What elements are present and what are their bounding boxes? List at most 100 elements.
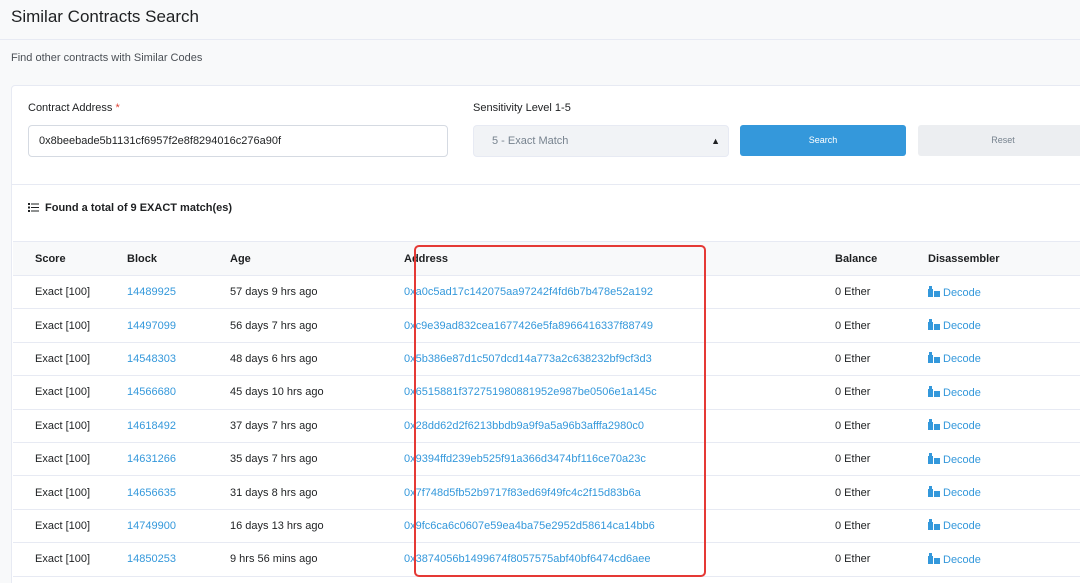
block-cell: 14749900 [127, 509, 230, 544]
address-link[interactable]: 0x5b386e87d1c507dcd14a773a2c638232bf9cf3… [404, 353, 652, 365]
table-row: Exact [100] 14497099 56 days 7 hrs ago 0xc9… [13, 308, 1080, 343]
block-link[interactable]: 14497099 [127, 320, 176, 332]
decode-link[interactable]: Decode [928, 452, 981, 466]
balance-cell: 0 Ether [835, 342, 928, 377]
address-cell: 0x3874056b1499674f8057575abf40bf6474cd6a… [404, 542, 835, 577]
contract-address-input[interactable]: 0x8beebade5b1131cf6957f2e8f8294016c276a9… [28, 125, 448, 157]
block-cell: 14850253 [127, 542, 230, 577]
block-link[interactable]: 14850253 [127, 553, 176, 565]
puzzle-icon [928, 319, 940, 331]
decode-link[interactable]: Decode [928, 552, 981, 566]
address-link[interactable]: 0x7f748d5fb52b9717f83ed69f49fc4c2f15d83b… [404, 487, 641, 499]
block-link[interactable]: 14618492 [127, 420, 176, 432]
block-link[interactable]: 14631266 [127, 453, 176, 465]
results-summary: Found a total of 9 EXACT match(es) [28, 202, 232, 214]
reset-button[interactable]: Reset [918, 125, 1080, 156]
address-cell: 0xa0c5ad17c142075aa97242f4fd6b7b478e52a1… [404, 275, 835, 310]
address-cell: 0x7f748d5fb52b9717f83ed69f49fc4c2f15d83b… [404, 475, 835, 510]
contract-address-label: Contract Address * [28, 102, 120, 114]
address-cell: 0xc9e39ad832cea1677426e5fa8966416337f887… [404, 308, 835, 343]
age-cell: 9 hrs 56 mins ago [230, 542, 404, 577]
age-cell: 57 days 9 hrs ago [230, 275, 404, 310]
address-link[interactable]: 0x9394ffd239eb525f91a366d3474bf116ce70a2… [404, 453, 646, 465]
divider [12, 184, 1080, 185]
address-link[interactable]: 0x28dd62d2f6213bbdb9a9f9a5a96b3afffa2980… [404, 420, 644, 432]
sensitivity-select-value: 5 - Exact Match [492, 135, 569, 147]
age-cell: 37 days 7 hrs ago [230, 409, 404, 443]
decode-link[interactable]: Decode [928, 385, 981, 399]
decode-link[interactable]: Decode [928, 319, 981, 332]
block-cell: 14489925 [127, 275, 230, 310]
results-table: Score Block Age Address Balance Disassem… [13, 241, 1080, 577]
column-header-age: Age [230, 241, 404, 276]
balance-cell: 0 Ether [835, 542, 928, 577]
decode-label: Decode [943, 520, 981, 533]
address-cell: 0x9394ffd239eb525f91a366d3474bf116ce70a2… [404, 442, 835, 477]
puzzle-icon [928, 552, 940, 564]
balance-cell: 0 Ether [835, 475, 928, 510]
puzzle-icon [928, 385, 940, 397]
score-cell: Exact [100] [13, 475, 127, 510]
block-link[interactable]: 14749900 [127, 520, 176, 532]
puzzle-icon [928, 452, 940, 464]
block-link[interactable]: 14656635 [127, 487, 176, 499]
block-cell: 14497099 [127, 308, 230, 343]
puzzle-icon [928, 352, 940, 364]
column-header-balance: Balance [835, 241, 928, 276]
table-row: Exact [100] 14566680 45 days 10 hrs ago 0x6… [13, 375, 1080, 410]
decode-link[interactable]: Decode [928, 519, 981, 533]
column-header-disassembler: Disassembler [928, 241, 1080, 276]
decode-label: Decode [943, 286, 981, 299]
score-cell: Exact [100] [13, 542, 127, 577]
block-cell: 14618492 [127, 409, 230, 443]
decode-link[interactable]: Decode [928, 352, 981, 366]
results-summary-text: Found a total of 9 EXACT match(es) [45, 202, 233, 214]
table-row: Exact [100] 14548303 48 days 6 hrs ago 0x5b… [13, 342, 1080, 377]
balance-cell: 0 Ether [835, 308, 928, 343]
address-link[interactable]: 0x9fc6ca6c0607e59ea4ba75e2952d58614ca14b… [404, 520, 655, 532]
block-link[interactable]: 14489925 [127, 286, 176, 298]
sensitivity-select[interactable]: 5 - Exact Match ▲ [473, 125, 729, 157]
block-cell: 14631266 [127, 442, 230, 477]
page-subtitle: Find other contracts with Similar Codes [11, 52, 203, 64]
disassembler-cell: Decode [928, 308, 1080, 343]
address-link[interactable]: 0xa0c5ad17c142075aa97242f4fd6b7b478e52a1… [404, 286, 653, 298]
decode-label: Decode [943, 453, 981, 466]
balance-cell: 0 Ether [835, 375, 928, 410]
address-link[interactable]: 0x3874056b1499674f8057575abf40bf6474cd6a… [404, 553, 651, 565]
disassembler-cell: Decode [928, 542, 1080, 577]
disassembler-cell: Decode [928, 442, 1080, 477]
decode-label: Decode [943, 353, 981, 366]
decode-label: Decode [943, 487, 981, 500]
contract-address-label-text: Contract Address [28, 102, 113, 114]
page-title: Similar Contracts Search [11, 7, 200, 26]
table-header-row: Score Block Age Address Balance Disassem… [13, 241, 1080, 276]
age-cell: 35 days 7 hrs ago [230, 442, 404, 477]
address-link[interactable]: 0x6515881f372751980881952e987be0506e1a14… [404, 386, 657, 398]
balance-cell: 0 Ether [835, 509, 928, 544]
sort-caret-icon: ▲ [711, 136, 720, 146]
block-link[interactable]: 14566680 [127, 386, 176, 398]
decode-label: Decode [943, 420, 981, 433]
decode-link[interactable]: Decode [928, 419, 981, 433]
column-header-address: Address [404, 241, 835, 276]
decode-link[interactable]: Decode [928, 486, 981, 500]
decode-link[interactable]: Decode [928, 285, 981, 299]
decode-label: Decode [943, 386, 981, 399]
address-cell: 0x9fc6ca6c0607e59ea4ba75e2952d58614ca14b… [404, 509, 835, 544]
score-cell: Exact [100] [13, 375, 127, 410]
list-icon [28, 203, 39, 212]
column-header-score: Score [13, 241, 127, 276]
page-header: Similar Contracts Search [0, 0, 1080, 40]
table-row: Exact [100] 14656635 31 days 8 hrs ago 0x7f… [13, 475, 1080, 510]
address-link[interactable]: 0xc9e39ad832cea1677426e5fa8966416337f887… [404, 320, 653, 332]
disassembler-cell: Decode [928, 509, 1080, 544]
block-cell: 14548303 [127, 342, 230, 377]
search-button[interactable]: Search [740, 125, 906, 156]
block-link[interactable]: 14548303 [127, 353, 176, 365]
puzzle-icon [928, 486, 940, 498]
puzzle-icon [928, 285, 940, 297]
score-cell: Exact [100] [13, 308, 127, 343]
disassembler-cell: Decode [928, 275, 1080, 310]
disassembler-cell: Decode [928, 475, 1080, 510]
